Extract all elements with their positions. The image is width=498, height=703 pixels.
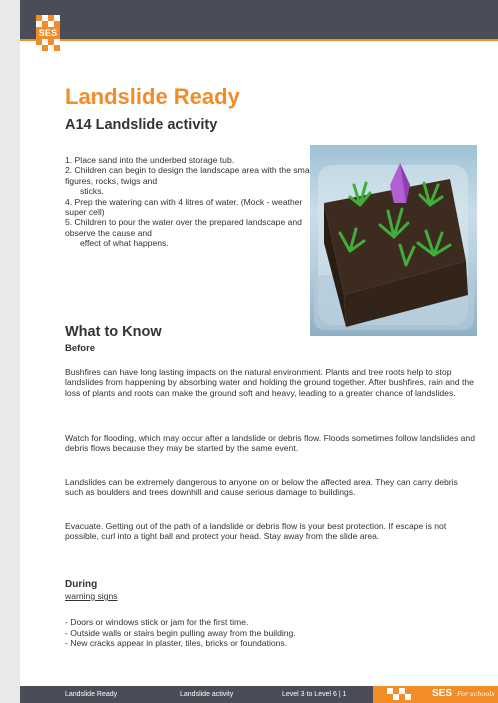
- activity-steps: 1. Place sand into the underbed storage …: [65, 155, 315, 249]
- warning-signs-label: warning signs: [65, 591, 118, 601]
- footer-ses-brand: SES: [432, 688, 453, 699]
- warning-signs-list: - Doors or windows stick or jam for the …: [65, 617, 296, 649]
- document-page: SES Landslide Ready A14 Landslide activi…: [20, 0, 498, 703]
- page-title: Landslide Ready: [65, 84, 240, 109]
- step-item: 1. Place sand into the underbed storage …: [65, 155, 235, 165]
- step-item: sticks.: [80, 186, 104, 197]
- warning-item: - Doors or windows stick or jam for the …: [65, 617, 249, 627]
- section-heading-what-to-know: What to Know: [65, 324, 162, 340]
- step-item: 5. Children to pour the water over the p…: [65, 217, 302, 238]
- footer-checker-icon: [387, 688, 411, 700]
- header-bar: [20, 0, 498, 41]
- step-item: effect of what happens.: [80, 238, 169, 249]
- paragraph-flooding: Watch for flooding, which may occur afte…: [65, 433, 475, 454]
- step-item: 4. Prep the watering can with 4 litres o…: [65, 196, 303, 218]
- warning-item: - New cracks appear in plaster, tiles, b…: [65, 638, 288, 649]
- activity-subtitle: A14 Landslide activity: [65, 117, 218, 133]
- subheading-during: During: [65, 579, 98, 590]
- logo-text: SES: [36, 27, 60, 39]
- subheading-before: Before: [65, 343, 96, 354]
- paragraph-evacuate: Evacuate. Getting out of the path of a l…: [65, 521, 447, 542]
- ses-logo: SES: [36, 15, 60, 56]
- footer-doc-title: Landslide Ready: [65, 691, 118, 698]
- warning-item: - Outside walls or stairs begin pulling …: [65, 627, 296, 638]
- paragraph-bushfires: Bushfires can have long lasting impacts …: [65, 367, 474, 398]
- footer-level-page: Level 3 to Level 6 | 1: [282, 691, 347, 698]
- footer-bar: Landslide Ready Landslide activity Level…: [20, 686, 498, 703]
- step-item: 2. Children can begin to design the land…: [65, 165, 314, 186]
- landscape-illustration: [314, 163, 474, 330]
- footer-tagline: For schools: [457, 690, 495, 698]
- landscape-tub-photo: [310, 145, 477, 336]
- paragraph-danger: Landslides can be extremely dangerous to…: [65, 477, 458, 498]
- footer-activity: Landslide activity: [180, 691, 234, 698]
